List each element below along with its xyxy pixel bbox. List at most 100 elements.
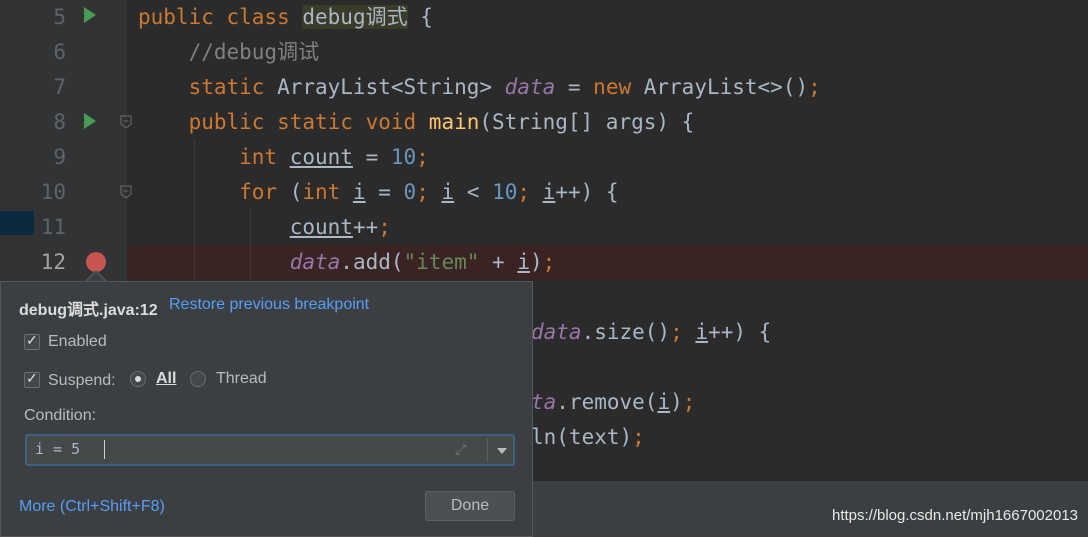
code-token: ( [289, 180, 303, 204]
code-token: main [428, 110, 480, 134]
code-token: int [138, 145, 290, 169]
watermark-text: https://blog.csdn.net/mjh1667002013 [831, 507, 1078, 524]
more-options-link[interactable]: More (Ctrl+Shift+F8) [19, 498, 165, 516]
input-separator [487, 438, 488, 462]
code-token: ta [531, 390, 557, 414]
dropdown-arrow-icon[interactable] [489, 436, 515, 464]
code-line[interactable]: public static void main(String[] args) { [138, 105, 695, 140]
condition-input[interactable]: i = 5 ⤢ [25, 434, 515, 466]
code-token: i [352, 180, 366, 204]
code-token: ArrayList<String> [277, 75, 505, 99]
text-caret [104, 440, 105, 459]
line-number: 8 [53, 110, 66, 134]
code-token: public class [138, 5, 303, 29]
code-line[interactable]: ta.remove(i); [531, 385, 695, 420]
fold-marker-icon[interactable] [120, 115, 132, 129]
expand-icon[interactable]: ⤢ [455, 441, 466, 458]
breakpoint-icon[interactable] [86, 252, 106, 272]
code-token: i [542, 180, 556, 204]
code-token: static [138, 75, 278, 99]
line-number: 5 [53, 5, 66, 29]
code-token: i [517, 250, 530, 274]
code-token: count [289, 145, 353, 169]
code-token: ; [378, 215, 391, 239]
enabled-label[interactable]: Enabled [48, 333, 107, 351]
radio-thread-label[interactable]: Thread [216, 370, 267, 388]
suspend-label[interactable]: Suspend: [48, 372, 116, 390]
code-token: (String[] args) { [479, 110, 695, 134]
code-token: public static void [138, 110, 429, 134]
code-line[interactable]: data.size(); i++) { [531, 315, 771, 350]
popup-title: debug调式.java:12 [19, 302, 158, 319]
code-token: "item" [403, 250, 480, 274]
breakpoint-popup: debug调式.java:12 Restore previous breakpo… [0, 281, 533, 537]
code-token: int [302, 180, 353, 204]
code-token: < [454, 180, 493, 204]
code-token: + [479, 250, 518, 274]
code-token: 0 [403, 180, 417, 204]
line-number: 6 [53, 40, 66, 64]
code-token: 10 [390, 145, 417, 169]
code-token: data [289, 250, 341, 274]
radio-thread[interactable] [190, 371, 206, 387]
code-line[interactable]: //debug调试 [138, 35, 320, 70]
code-token: 10 [492, 180, 518, 204]
code-token: ) [529, 250, 543, 274]
code-token: ; [632, 425, 645, 449]
code-token: .size() [581, 320, 671, 344]
code-token: ; [416, 180, 442, 204]
code-token: ++) { [555, 180, 619, 204]
code-token: new [593, 75, 644, 99]
code-token: ; [416, 145, 429, 169]
enabled-checkbox[interactable] [24, 332, 40, 350]
line-number: 9 [53, 145, 66, 169]
line-number: 10 [40, 180, 66, 204]
code-line[interactable]: data.add("item" + i); [138, 245, 556, 280]
line-number: 7 [53, 75, 66, 99]
code-token: ArrayList<>() [643, 75, 809, 99]
line-number: 12 [40, 250, 66, 274]
code-token: ; [682, 390, 696, 414]
code-line[interactable]: for (int i = 0; i < 10; i++) { [138, 175, 619, 210]
code-token: ; [517, 180, 543, 204]
code-token: i [657, 390, 671, 414]
fold-marker-icon[interactable] [120, 185, 132, 199]
code-token: data [531, 320, 582, 344]
code-token: //debug调试 [138, 40, 320, 64]
condition-label: Condition: [24, 407, 97, 424]
code-token: = [365, 180, 404, 204]
code-token: ; [542, 250, 556, 274]
code-token: data [504, 75, 556, 99]
code-token: { [407, 5, 433, 29]
code-token: ln(text) [531, 425, 633, 449]
code-token: .add( [340, 250, 404, 274]
run-main-icon[interactable] [84, 113, 96, 129]
code-token: i [441, 180, 455, 204]
line-number: 11 [40, 215, 66, 239]
code-line[interactable]: int count = 10; [138, 140, 429, 175]
code-line[interactable]: static ArrayList<String> data = new Arra… [138, 70, 821, 105]
code-token: for [138, 180, 290, 204]
code-line[interactable]: public class debug调式 { [138, 0, 433, 35]
condition-value[interactable]: i = 5 [35, 440, 80, 458]
code-token: count [289, 215, 353, 239]
code-token: = [352, 145, 391, 169]
code-token: ++) { [708, 320, 772, 344]
done-button[interactable]: Done [425, 491, 515, 521]
restore-breakpoint-link[interactable]: Restore previous breakpoint [169, 296, 369, 314]
suspend-checkbox[interactable] [24, 370, 40, 388]
radio-all[interactable] [130, 371, 146, 387]
radio-all-label[interactable]: All [156, 370, 176, 388]
code-token: ++ [352, 215, 379, 239]
code-token: debug调式 [302, 5, 408, 29]
code-line[interactable]: count++; [138, 210, 391, 245]
code-token: i [695, 320, 709, 344]
code-token: ; [670, 320, 696, 344]
code-line[interactable]: ln(text); [531, 420, 645, 455]
code-token: ; [808, 75, 821, 99]
code-token: = [555, 75, 594, 99]
run-class-icon[interactable] [84, 7, 96, 23]
code-token: ) [670, 390, 683, 414]
